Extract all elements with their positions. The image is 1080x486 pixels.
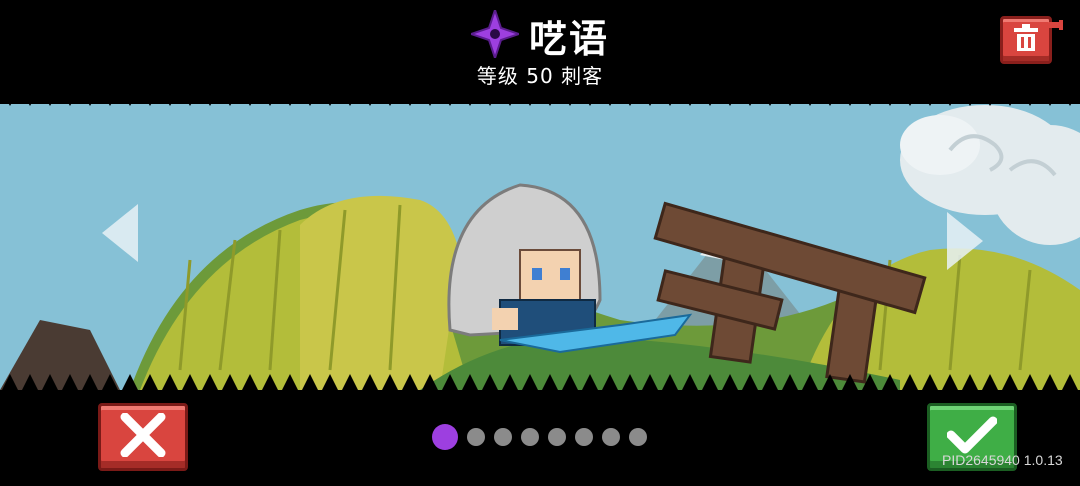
previous-character-arrow[interactable] [102,204,140,262]
next-character-arrow[interactable] [945,212,983,270]
delete-character-button[interactable] [1000,16,1052,64]
scene-illustration [0,90,1080,390]
page-dot[interactable] [432,424,458,450]
close-x-icon [119,412,167,461]
character-preview-scene [0,90,1080,390]
delete-flag-icon [1049,20,1063,30]
page-dot[interactable] [602,428,620,446]
page-dot[interactable] [494,428,512,446]
page-dot[interactable] [575,428,593,446]
page-dot[interactable] [467,428,485,446]
page-dot[interactable] [548,428,566,446]
character-title-row: 呓语 [0,6,1080,63]
trash-icon [1013,24,1039,56]
page-dot[interactable] [629,428,647,446]
character-name: 呓语 [528,17,609,61]
header-zigzag-edge [0,88,1080,106]
cancel-button[interactable] [98,403,188,471]
footer-zigzag-edge [0,374,1080,394]
version-label: PID2645940 1.0.13 [942,452,1063,468]
character-level-class: 等级 50 刺客 [476,64,604,88]
page-dot[interactable] [521,428,539,446]
purple-shuriken-icon [467,6,523,62]
character-page-indicator [432,424,647,450]
